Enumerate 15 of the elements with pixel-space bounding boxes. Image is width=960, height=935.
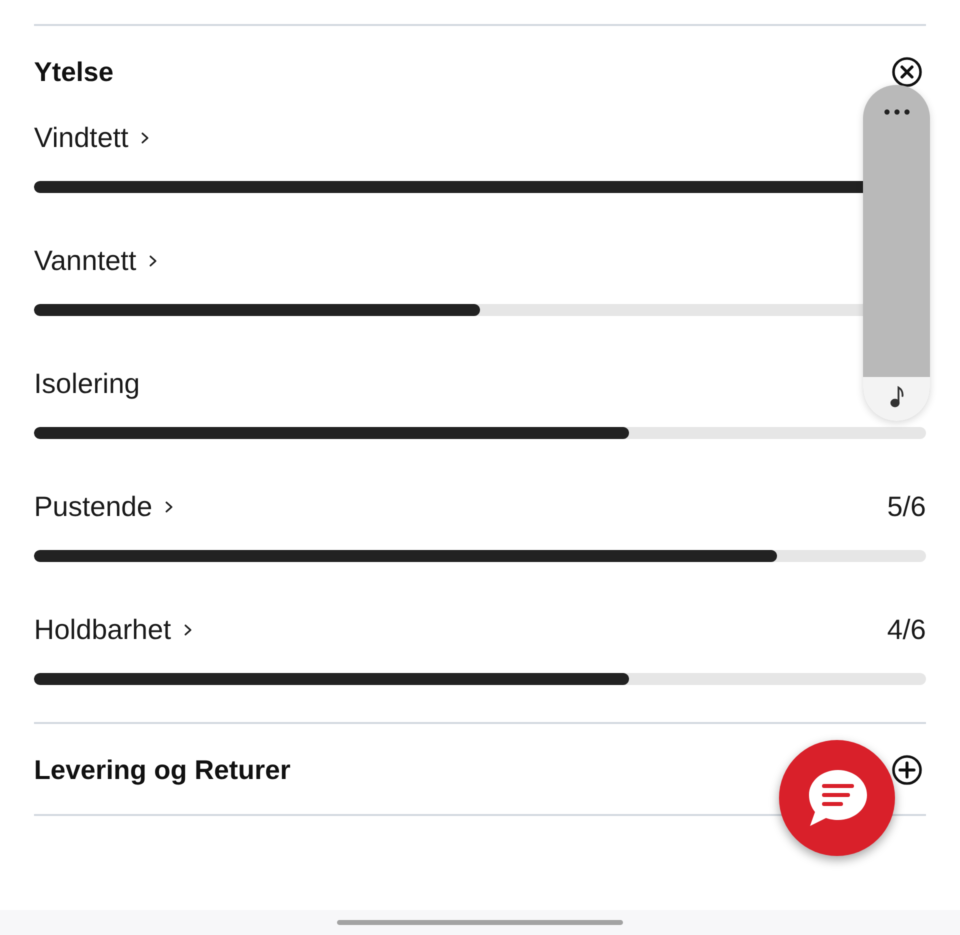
attribute-link[interactable]: Vindtett [34, 117, 150, 159]
close-icon[interactable] [892, 57, 922, 87]
section-title: Ytelse [34, 56, 114, 89]
section-title: Levering og Returer [34, 754, 291, 787]
attribute-label: Isolering [34, 367, 140, 401]
plus-icon[interactable] [892, 755, 922, 785]
music-note-icon [890, 386, 904, 408]
chat-button[interactable] [779, 740, 895, 856]
attribute-link[interactable]: Pustende [34, 486, 174, 528]
rating-value: 4/6 [887, 613, 926, 647]
attribute-link[interactable]: Holdbarhet [34, 609, 192, 651]
more-icon[interactable] [884, 109, 910, 115]
music-button[interactable] [863, 377, 930, 421]
rating-value: 5/6 [887, 490, 926, 524]
attribute-link[interactable]: Vanntett [34, 240, 158, 282]
